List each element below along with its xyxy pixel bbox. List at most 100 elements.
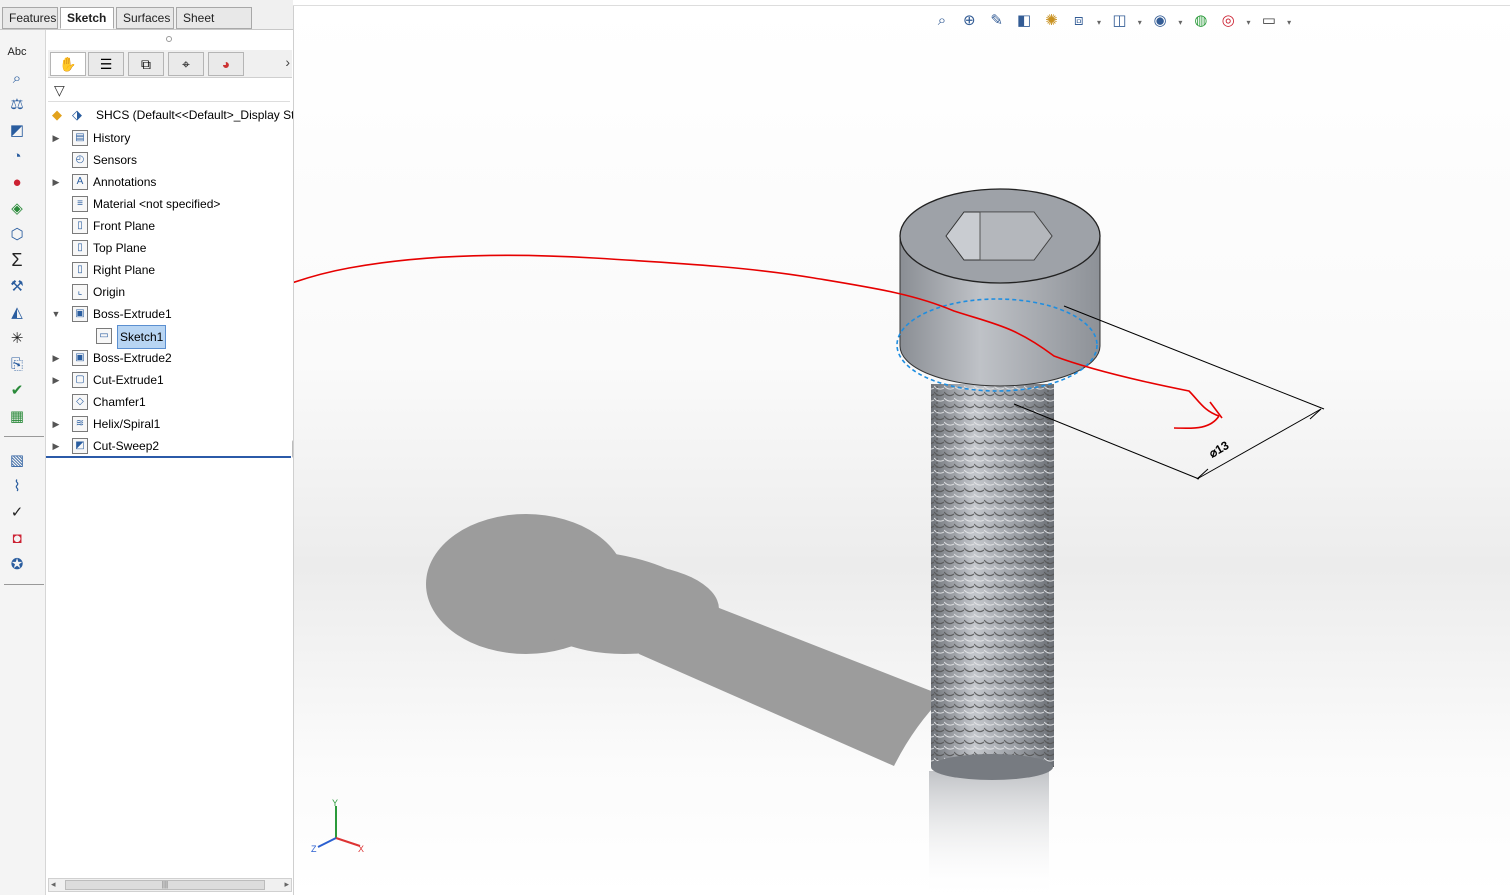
- tree-item-label: Front Plane: [93, 219, 156, 233]
- tree-item-front-plane[interactable]: ▯ Front Plane: [46, 215, 289, 237]
- dimension-label[interactable]: ⌀13: [1207, 438, 1232, 461]
- plane-icon: ▯: [72, 240, 88, 256]
- cut-extrude-icon: ▢: [72, 372, 88, 388]
- origin-icon: ⌞: [72, 284, 88, 300]
- view-settings-icon[interactable]: ▭: [1257, 10, 1281, 32]
- triad-z-label: Z: [311, 844, 317, 854]
- sustainability-icon[interactable]: ◘: [4, 526, 30, 550]
- chevron-down-icon[interactable]: ▾: [1243, 12, 1253, 34]
- tree-item-label: Helix/Spiral1: [93, 417, 161, 431]
- chevron-right-icon[interactable]: ›: [285, 54, 290, 70]
- tree-item-label: Cut-Extrude1: [93, 373, 164, 387]
- rollback-bar[interactable]: [46, 456, 291, 458]
- display-style-icon[interactable]: ◫: [1107, 10, 1131, 32]
- display-manager-tab-icon[interactable]: ◕: [208, 52, 244, 76]
- tree-item-boss-extrude2[interactable]: ▶ ▣ Boss-Extrude2: [46, 347, 289, 369]
- tree-item-label: Sensors: [93, 153, 138, 167]
- sensor-icon[interactable]: ◔: [4, 144, 30, 168]
- strip-divider: [4, 436, 44, 437]
- curvature-icon[interactable]: ✔: [4, 378, 30, 402]
- sensors-folder-icon: ◴: [72, 152, 88, 168]
- section-properties-icon[interactable]: ◩: [4, 118, 30, 142]
- solidworks-window: Features Sketch Surfaces Sheet Metal Abc…: [0, 0, 1510, 895]
- section-view-icon[interactable]: ◧: [1012, 10, 1036, 32]
- thickness-analysis-icon[interactable]: ⚒: [4, 274, 30, 298]
- equations-icon[interactable]: Σ: [4, 248, 30, 272]
- expand-arrow-icon[interactable]: ▶: [51, 127, 61, 149]
- tree-item-history[interactable]: ▶ ▤ History: [46, 127, 289, 149]
- edit-appearance-icon[interactable]: ◍: [1189, 10, 1213, 32]
- mass-properties-icon[interactable]: ⚖: [4, 92, 30, 116]
- tab-surfaces[interactable]: Surfaces: [116, 7, 174, 29]
- scroll-left-icon[interactable]: ◂: [51, 879, 56, 890]
- previous-view-icon[interactable]: ✎: [985, 10, 1009, 32]
- tree-item-label: Right Plane: [93, 263, 156, 277]
- deviation-icon[interactable]: ▦: [4, 404, 30, 428]
- boss-extrude-icon: ▣: [72, 306, 88, 322]
- horizontal-scrollbar[interactable]: ◂ ||| ▸: [48, 878, 292, 892]
- graphics-area[interactable]: ⌀13 Y X Z: [293, 6, 1510, 895]
- dynamic-annotation-icon[interactable]: ✺: [1039, 10, 1063, 32]
- parting-line-icon[interactable]: ⎘: [4, 352, 30, 376]
- chevron-down-icon[interactable]: ▾: [1094, 12, 1104, 34]
- tree-item-sensors[interactable]: ◴ Sensors: [46, 149, 289, 171]
- filter-icon[interactable]: ▽: [54, 82, 65, 99]
- tab-sheet-metal[interactable]: Sheet Metal: [176, 7, 252, 45]
- scrollbar-thumb[interactable]: |||: [65, 880, 265, 890]
- tree-item-origin[interactable]: ⌞ Origin: [46, 281, 289, 303]
- dimxpert-manager-tab-icon[interactable]: ⌖: [168, 52, 204, 76]
- apply-scene-icon[interactable]: ◎: [1216, 10, 1240, 32]
- chevron-down-icon[interactable]: ▾: [1135, 12, 1145, 34]
- feature-manager-tab-icon[interactable]: ✋: [50, 52, 86, 76]
- expand-arrow-icon[interactable]: ▶: [51, 369, 61, 391]
- panel-grip[interactable]: [166, 36, 172, 42]
- configuration-manager-tab-icon[interactable]: ⧉: [128, 52, 164, 76]
- feature-manager-panel: ✋ ☰ ⧉ ⌖ ◕ › ▽ ◆ ⬗ SHCS (Default<<Default…: [46, 30, 293, 895]
- statistics-icon[interactable]: ●: [4, 170, 30, 194]
- annotations-icon: A: [72, 174, 88, 190]
- check-icon[interactable]: ◈: [4, 196, 30, 220]
- strip-divider: [4, 584, 44, 585]
- expand-arrow-icon[interactable]: ▶: [51, 413, 61, 435]
- tree-item-cut-sweep2[interactable]: ▶ ◩ Cut-Sweep2: [46, 435, 289, 457]
- chevron-down-icon[interactable]: ▾: [1175, 12, 1185, 34]
- triad-x-label: X: [358, 844, 364, 854]
- sim-xpress-icon[interactable]: ⌇: [4, 474, 30, 498]
- expand-arrow-icon[interactable]: ▶: [51, 171, 61, 193]
- chevron-down-icon[interactable]: ▾: [1284, 12, 1294, 34]
- tree-item-boss-extrude1[interactable]: ▼ ▣ Boss-Extrude1: [46, 303, 289, 325]
- zebra-stripes-icon[interactable]: ▧: [4, 448, 30, 472]
- spell-check-icon[interactable]: Abc: [4, 40, 30, 64]
- geometry-analysis-icon[interactable]: ⬡: [4, 222, 30, 246]
- hide-show-icon[interactable]: ◉: [1148, 10, 1172, 32]
- tree-filter[interactable]: ▽: [48, 78, 290, 102]
- tree-item-chamfer1[interactable]: ◇ Chamfer1: [46, 391, 289, 413]
- expand-arrow-icon[interactable]: ▶: [51, 347, 61, 369]
- heads-up-view-toolbar: ⌕ ⊕ ✎ ◧ ✺ ⧈ ▾ ◫ ▾ ◉ ▾ ◍ ◎ ▾ ▭ ▾: [930, 10, 1294, 34]
- expand-arrow-icon[interactable]: ▶: [51, 435, 61, 457]
- tree-item-cut-extrude1[interactable]: ▶ ▢ Cut-Extrude1: [46, 369, 289, 391]
- view-orientation-icon[interactable]: ⧈: [1067, 10, 1091, 32]
- undercut-icon[interactable]: ✳: [4, 326, 30, 350]
- model-canvas: ⌀13 Y X Z: [294, 188, 1325, 895]
- costing-icon[interactable]: ✪: [4, 552, 30, 576]
- draft-analysis-icon[interactable]: ◭: [4, 300, 30, 324]
- tree-item-helix-spiral1[interactable]: ▶ ≋ Helix/Spiral1: [46, 413, 289, 435]
- tab-sketch[interactable]: Sketch: [60, 7, 114, 29]
- measure-icon[interactable]: ⌕: [4, 66, 30, 90]
- design-checker-icon[interactable]: ✓: [4, 500, 30, 524]
- tree-item-annotations[interactable]: ▶ A Annotations: [46, 171, 289, 193]
- history-folder-icon: ▤: [72, 130, 88, 146]
- tree-item-top-plane[interactable]: ▯ Top Plane: [46, 237, 289, 259]
- tree-item-right-plane[interactable]: ▯ Right Plane: [46, 259, 289, 281]
- collapse-arrow-icon[interactable]: ▼: [51, 303, 61, 325]
- zoom-to-fit-icon[interactable]: ⌕: [930, 10, 954, 32]
- tree-item-material-not-specified[interactable]: ≡ Material <not specified>: [46, 193, 289, 215]
- zoom-area-icon[interactable]: ⊕: [957, 10, 981, 32]
- property-manager-tab-icon[interactable]: ☰: [88, 52, 124, 76]
- tree-root-part[interactable]: ◆ ⬗ SHCS (Default<<Default>_Display St: [50, 105, 293, 125]
- scroll-right-icon[interactable]: ▸: [284, 879, 289, 890]
- tree-item-sketch1[interactable]: ▭ Sketch1: [46, 325, 289, 349]
- bolt-head: [899, 188, 1101, 387]
- tab-features[interactable]: Features: [2, 7, 58, 29]
